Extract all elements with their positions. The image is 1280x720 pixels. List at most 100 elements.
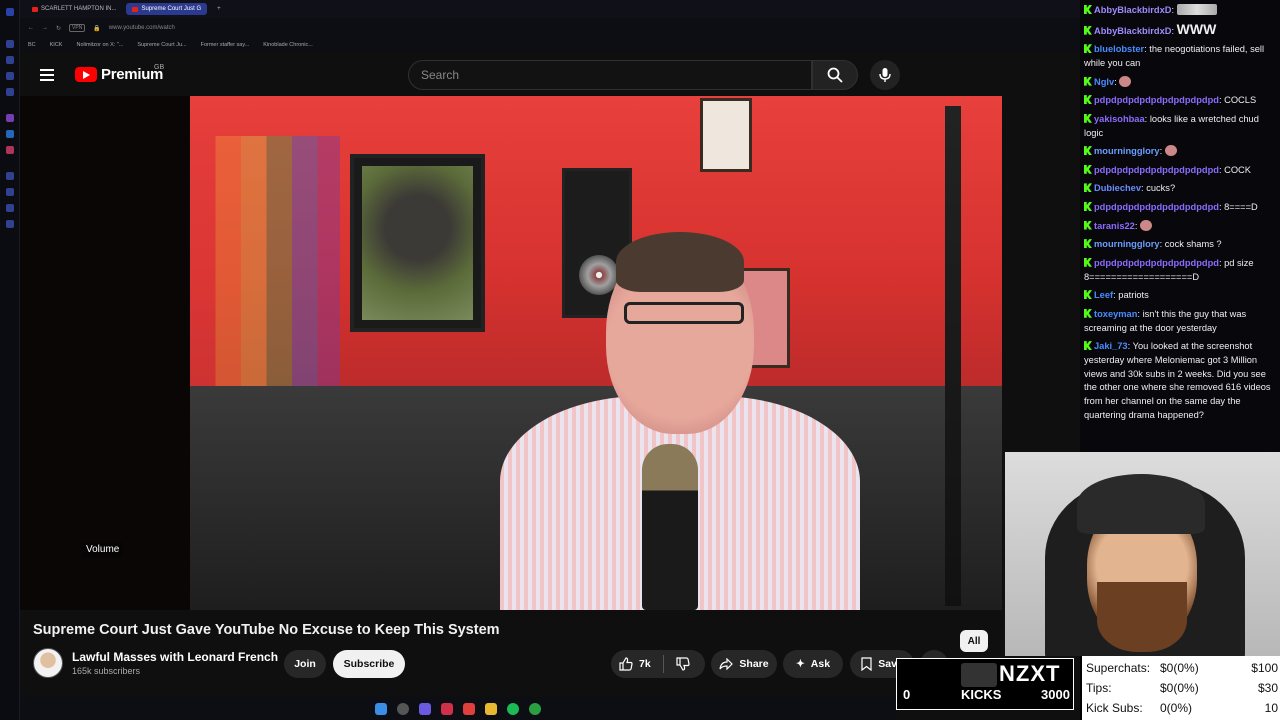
xbox-icon[interactable] (529, 702, 541, 715)
sidebar-app-icon[interactable] (6, 204, 14, 212)
like-icon[interactable] (619, 657, 633, 671)
chat-username[interactable]: mourningglory (1094, 239, 1160, 249)
microphone-icon (879, 68, 891, 82)
chat-message: AbbyBlackbirdxD: WWW (1084, 22, 1276, 39)
url-field[interactable]: www.youtube.com/watch (109, 25, 175, 31)
subscribe-button[interactable]: Subscribe (333, 650, 405, 678)
chat-username[interactable]: Leef (1094, 290, 1113, 300)
new-tab-button[interactable]: + (211, 3, 227, 15)
spotify-icon[interactable] (507, 702, 519, 715)
search-icon (827, 67, 843, 83)
kick-badge-icon (1084, 308, 1092, 318)
sidebar-app-icon[interactable] (6, 88, 14, 96)
chat-username[interactable]: yakisohbaa (1094, 114, 1145, 124)
video-player[interactable]: Volume (20, 96, 1002, 610)
drawing-frame (700, 98, 752, 172)
floor-lamp (945, 106, 961, 606)
search-input[interactable]: Search (408, 60, 812, 90)
chat-username[interactable]: Nglv (1094, 77, 1114, 87)
kick-badge-icon (1084, 201, 1092, 211)
opera-gx-icon[interactable] (441, 702, 453, 715)
settings-icon[interactable] (6, 220, 14, 228)
windows-start-icon[interactable] (375, 702, 387, 715)
kick-subs-row: Kick Subs: 0(0%) 10 (1086, 698, 1278, 718)
ask-button[interactable]: ✦ Ask (783, 650, 843, 678)
reload-icon[interactable]: ↻ (56, 25, 61, 32)
chat-message: bluelobster: the neogotiations failed, s… (1084, 44, 1265, 68)
kicks-count: 0 (903, 687, 911, 702)
kick-badge-icon (1084, 76, 1092, 86)
instagram-icon[interactable] (6, 146, 14, 154)
presenter-hair (616, 232, 744, 292)
chat-username[interactable]: pdpdpdpdpdpdpdpdpdpdpd (1094, 258, 1219, 268)
chat-username[interactable]: Dubiechev (1094, 183, 1141, 193)
vpn-badge[interactable]: VPN (69, 24, 86, 32)
kick-badge-icon (1084, 220, 1092, 230)
chat-username[interactable]: pdpdpdpdpdpdpdpdpdpdpd (1094, 165, 1219, 175)
hamburger-menu-icon[interactable] (40, 69, 54, 81)
bookmark-icon (861, 657, 872, 671)
messenger-icon[interactable] (6, 130, 14, 138)
kick-badge-icon (1084, 164, 1092, 174)
tab-label: Supreme Court Just G (141, 6, 202, 12)
opera-icon[interactable] (6, 8, 14, 16)
chat-username[interactable]: Jaki_73 (1094, 341, 1128, 351)
dislike-icon[interactable] (676, 657, 690, 671)
kick-badge-icon (1084, 183, 1092, 193)
emote-icon (1164, 145, 1177, 157)
stat-value: $0(0%) (1160, 681, 1199, 695)
sidebar-app-icon[interactable] (6, 56, 14, 64)
bookmark-item[interactable]: Kinoblade Chronic... (263, 42, 313, 48)
chat-message: pdpdpdpdpdpdpdpdpdpdpd: 8====D (1084, 201, 1276, 215)
chat-text: cock shams ? (1164, 239, 1222, 250)
monkey-photo-frame (350, 154, 485, 332)
channel-name[interactable]: Lawful Masses with Leonard French (72, 650, 278, 664)
tab-bar: SCARLETT HAMPTON IN... Supreme Court Jus… (20, 0, 1080, 18)
kick-chat: AbbyBlackbirdxD: AbbyBlackbirdxD: WWW blu… (1080, 0, 1280, 452)
sidebar-app-icon[interactable] (6, 40, 14, 48)
chat-username[interactable]: toxeyman (1094, 309, 1137, 319)
streamer-webcam (1003, 452, 1280, 656)
chat-username[interactable]: bluelobster (1094, 44, 1144, 54)
chat-message: Nglv: (1084, 75, 1276, 90)
tab-scarlett[interactable]: SCARLETT HAMPTON IN... (26, 3, 122, 15)
join-button[interactable]: Join (284, 650, 326, 678)
search-icon[interactable] (397, 702, 409, 715)
chat-username[interactable]: taranis22 (1094, 221, 1135, 231)
chat-username[interactable]: AbbyBlackbirdxD (1094, 26, 1172, 36)
like-count[interactable]: 7k (639, 658, 651, 670)
like-dislike-group: 7k (611, 650, 705, 678)
chat-username[interactable]: mourningglory (1094, 146, 1160, 156)
file-explorer-icon[interactable] (485, 702, 497, 715)
voice-search-button[interactable] (870, 60, 900, 90)
sidebar-app-icon[interactable] (6, 172, 14, 180)
share-icon (719, 658, 734, 670)
sparkle-icon: ✦ (795, 658, 805, 670)
podcast-microphone (642, 444, 698, 610)
chrome-icon[interactable] (463, 702, 475, 715)
youtube-play-icon (75, 67, 97, 82)
chat-username[interactable]: pdpdpdpdpdpdpdpdpdpdpd (1094, 95, 1219, 105)
bookmark-item[interactable]: Former staffer say... (201, 42, 250, 48)
bookmark-item[interactable]: KICK (50, 42, 63, 48)
bookmark-item[interactable]: Nolimitzor on X: "... (76, 42, 123, 48)
back-icon[interactable]: ← (28, 25, 34, 31)
forward-icon[interactable]: → (42, 25, 48, 31)
twitch-icon[interactable] (6, 114, 14, 122)
kick-badge-icon (1084, 146, 1092, 156)
chat-message: pdpdpdpdpdpdpdpdpdpdpd: pd size 8=======… (1084, 257, 1254, 282)
share-button[interactable]: Share (711, 650, 777, 678)
history-icon[interactable] (6, 188, 14, 196)
chat-username[interactable]: pdpdpdpdpdpdpdpdpdpdpd (1094, 202, 1219, 212)
channel-avatar[interactable] (33, 648, 63, 678)
search-button[interactable] (812, 60, 858, 90)
filter-chip-all[interactable]: All (960, 630, 988, 652)
discord-icon[interactable] (419, 702, 431, 715)
youtube-premium-logo[interactable]: Premium GB (75, 64, 164, 83)
kick-badge-icon (1084, 341, 1092, 351)
chat-username[interactable]: AbbyBlackbirdxD (1094, 5, 1172, 15)
tab-supreme-court[interactable]: Supreme Court Just G (126, 3, 208, 15)
bookmark-item[interactable]: Supreme Court Ju... (137, 42, 186, 48)
bookmark-item[interactable]: BC (28, 42, 36, 48)
sidebar-app-icon[interactable] (6, 72, 14, 80)
